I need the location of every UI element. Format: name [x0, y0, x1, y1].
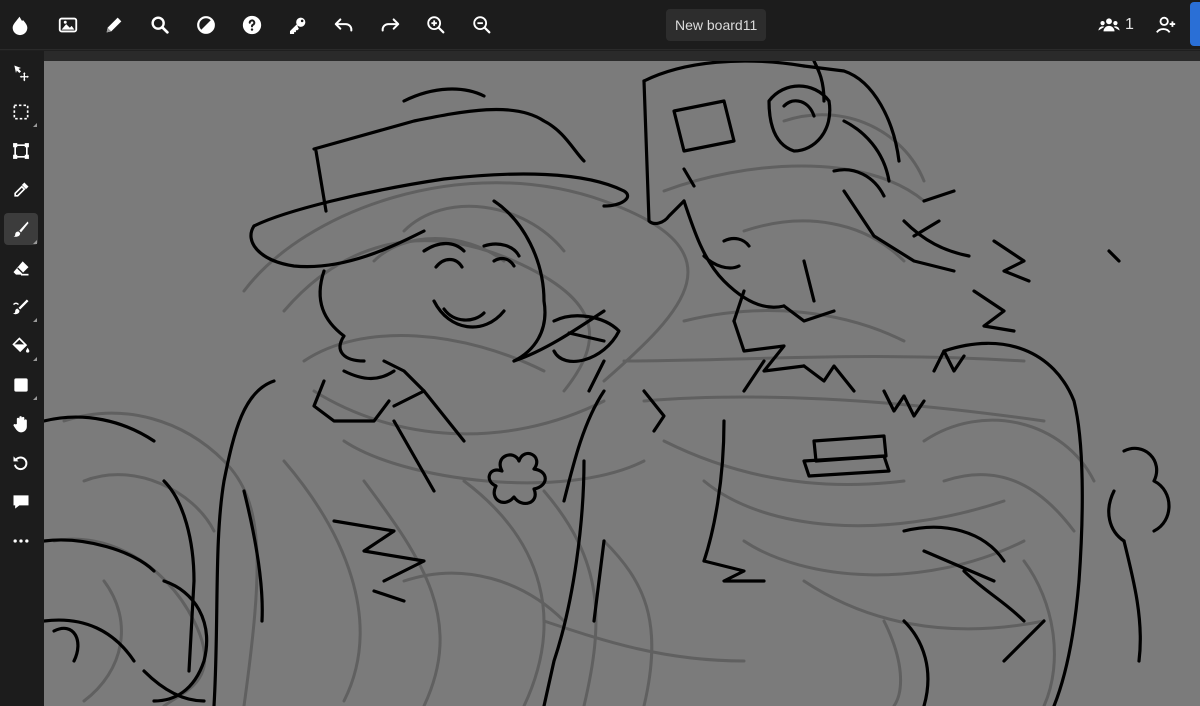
hand-icon [13, 416, 27, 433]
brush-tool[interactable] [4, 213, 38, 245]
drawing-canvas[interactable] [44, 61, 1200, 706]
sketch-artwork [44, 61, 1171, 706]
square-icon [14, 378, 28, 392]
rotate-tool[interactable] [4, 447, 38, 479]
more-tools[interactable] [4, 525, 38, 557]
select-tool[interactable] [4, 96, 38, 128]
undo-icon[interactable] [328, 9, 360, 41]
redo-icon[interactable] [374, 9, 406, 41]
add-user-icon [1156, 16, 1176, 33]
key-icon[interactable] [282, 9, 314, 41]
top-toolbar: New board11 1 [0, 0, 1200, 50]
transform-tool[interactable] [4, 135, 38, 167]
move-arrow-icon [14, 65, 29, 82]
eyedropper-tool[interactable] [4, 174, 38, 206]
canvas-border [44, 51, 1200, 61]
zoom-out-icon[interactable] [466, 9, 498, 41]
user-count: 1 [1125, 16, 1134, 33]
help-icon[interactable] [236, 9, 268, 41]
search-icon[interactable] [144, 9, 176, 41]
app-logo-icon[interactable] [4, 9, 36, 41]
smudge-tool[interactable] [4, 291, 38, 323]
zoom-in-icon[interactable] [420, 9, 452, 41]
comment-tool[interactable] [4, 486, 38, 518]
fill-tool[interactable] [4, 330, 38, 362]
users-icon [1098, 18, 1120, 32]
paint-bucket-icon [12, 337, 30, 353]
smudge-icon [12, 299, 29, 315]
move-tool[interactable] [4, 57, 38, 89]
pencil-icon[interactable] [98, 9, 130, 41]
add-user-button[interactable] [1152, 9, 1180, 41]
online-users[interactable]: 1 [1098, 9, 1134, 41]
board-title[interactable]: New board11 [666, 9, 767, 41]
transform-icon [13, 143, 29, 159]
dashed-rect-icon [13, 104, 29, 120]
eraser-icon [13, 261, 29, 276]
eraser-tool[interactable] [4, 252, 38, 284]
hand-tool[interactable] [4, 408, 38, 440]
image-icon[interactable] [52, 9, 84, 41]
rotate-icon [13, 456, 28, 471]
brush-icon [13, 221, 29, 237]
eyedropper-icon [14, 182, 29, 197]
speech-bubble-icon [13, 495, 29, 509]
tool-sidebar [0, 51, 44, 706]
contrast-icon[interactable] [190, 9, 222, 41]
ellipsis-icon [13, 539, 29, 543]
share-button[interactable] [1190, 2, 1200, 46]
shape-tool[interactable] [4, 369, 38, 401]
